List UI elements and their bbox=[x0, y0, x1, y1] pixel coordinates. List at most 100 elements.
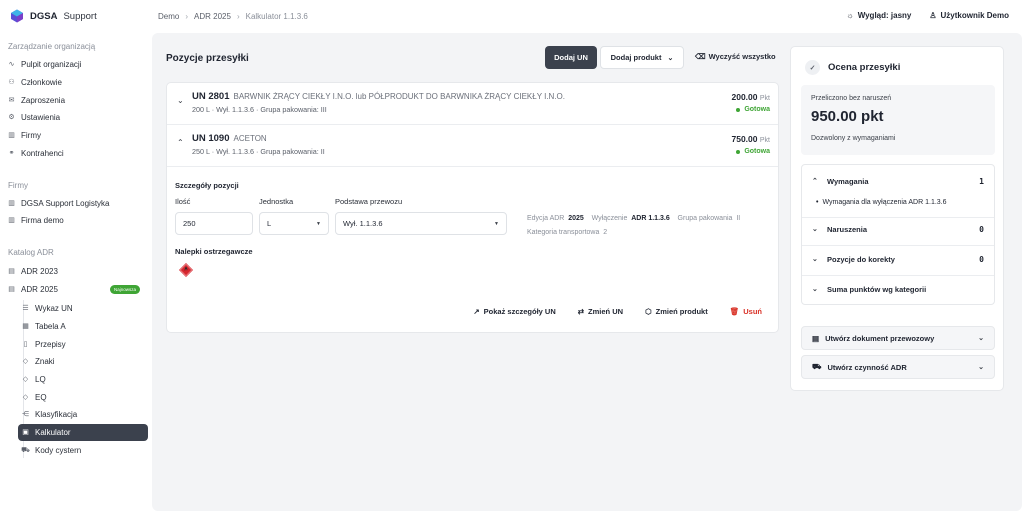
create-adr-action-dropdown[interactable]: ⛟ Utwórz czynność ADR ⌄ bbox=[801, 355, 995, 379]
item-points-value: 750.00 bbox=[731, 134, 758, 144]
sidebar-item-firma-demo[interactable]: ▥ Firma demo bbox=[8, 212, 148, 229]
sidebar-item-label: Wykaz UN bbox=[35, 304, 73, 313]
brand[interactable]: DGSA Support bbox=[10, 9, 97, 23]
sidebar-item-label: Firmy bbox=[21, 131, 41, 140]
group-value: II bbox=[736, 215, 741, 222]
sidebar-item-wykaz-un[interactable]: ☰ Wykaz UN bbox=[18, 300, 148, 317]
shipment-item-row[interactable]: ⌃ UN 1090 ACETON 250 L · Wył. 1.1.3.6 · G… bbox=[167, 125, 778, 166]
sidebar-item-label: Kontrahenci bbox=[21, 149, 64, 158]
category-label: Kategoria transportowa bbox=[527, 229, 600, 236]
shipment-item-row[interactable]: ⌄ UN 2801 BARWNIK ŻRĄCY CIEKŁY I.N.O. lub… bbox=[167, 83, 778, 124]
sidebar-item-invitations[interactable]: ✉ Zaproszenia bbox=[8, 92, 148, 109]
delete-button[interactable]: 🗑 Usuń bbox=[730, 307, 762, 316]
sun-icon: ☼ bbox=[846, 11, 854, 20]
sidebar-item-kody-cystern[interactable]: ⛟ Kody cystern bbox=[18, 442, 148, 459]
item-name: ACETON bbox=[233, 134, 267, 143]
status-dot bbox=[736, 149, 741, 154]
accordion-violations[interactable]: ⌄ Naruszenia 0 bbox=[802, 225, 994, 245]
quantity-input[interactable]: 250 bbox=[175, 212, 253, 235]
item-name: BARWNIK ŻRĄCY CIEKŁY I.N.O. lub PÓŁPRODU… bbox=[233, 92, 566, 101]
app-root: DGSA Support Zarządzanie organizacją ∿ Pu… bbox=[0, 0, 1024, 513]
sidebar-item-label: Klasyfikacja bbox=[35, 410, 78, 419]
details-title: Szczegóły pozycji bbox=[175, 181, 239, 190]
section-label-companies: Firmy bbox=[8, 181, 28, 190]
diamond-icon: ◇ bbox=[22, 376, 29, 383]
assessment-panel: ✓ Ocena przesyłki Przeliczono bez narusze… bbox=[790, 46, 1004, 391]
chevron-down-icon: ⌄ bbox=[812, 226, 818, 233]
sidebar-item-adr-2025[interactable]: ▤ ADR 2025 Najnowsza bbox=[8, 281, 148, 298]
sidebar-item-dashboard[interactable]: ∿ Pulpit organizacji bbox=[8, 56, 148, 73]
sidebar-item-dgsa-logistyka[interactable]: ▥ DGSA Support Logistyka bbox=[8, 195, 148, 212]
edition-value: 2025 bbox=[568, 215, 584, 222]
accordion-count: 0 bbox=[979, 255, 984, 264]
item-info: Edycja ADR 2025 Wyłączenie ADR 1.1.3.6 G… bbox=[527, 212, 767, 240]
status-badge: Gotowa bbox=[736, 106, 770, 113]
newest-badge: Najnowsza bbox=[109, 285, 140, 294]
brand-name: DGSA bbox=[30, 10, 58, 22]
main-panel: Pozycje przesyłki Dodaj UN Dodaj produkt… bbox=[152, 33, 1022, 511]
accordion-count: 1 bbox=[979, 177, 984, 186]
sidebar-item-label: Ustawienia bbox=[21, 113, 61, 122]
transport-basis-select[interactable]: Wył. 1.1.3.6 ▼ bbox=[335, 212, 507, 235]
truck-icon: ⛟ bbox=[21, 447, 30, 454]
add-un-button[interactable]: Dodaj UN bbox=[545, 46, 597, 69]
divider bbox=[802, 245, 994, 246]
eraser-icon: ⌫ bbox=[695, 52, 706, 61]
accordion-corrections[interactable]: ⌄ Pozycje do korekty 0 bbox=[802, 255, 994, 275]
divider bbox=[802, 275, 994, 276]
assessment-title: Ocena przesyłki bbox=[828, 62, 901, 73]
page-title: Pozycje przesyłki bbox=[166, 53, 249, 64]
assessment-accordion: ⌃ Wymagania 1 • Wymagania dla wyłączenia … bbox=[801, 164, 995, 305]
flammable-hazard-label-icon bbox=[179, 263, 193, 277]
theme-toggle[interactable]: ☼ Wygląd: jasny bbox=[846, 11, 911, 20]
sidebar-item-settings[interactable]: ⚙ Ustawienia bbox=[8, 109, 148, 126]
breadcrumb-adr-2025[interactable]: ADR 2025 bbox=[194, 12, 231, 21]
chevron-up-icon: ⌃ bbox=[812, 178, 818, 185]
sidebar-item-companies[interactable]: ▥ Firmy bbox=[8, 127, 148, 144]
sidebar-item-adr-2023[interactable]: ▤ ADR 2023 bbox=[8, 263, 148, 280]
change-product-button[interactable]: ⬡ Zmień produkt bbox=[645, 307, 708, 316]
sidebar-item-eq[interactable]: ◇ EQ bbox=[18, 389, 148, 406]
sidebar-item-members[interactable]: ⚇ Członkowie bbox=[8, 74, 148, 91]
theme-label: Wygląd: jasny bbox=[857, 11, 912, 20]
divider bbox=[167, 166, 778, 167]
sidebar-item-contractors[interactable]: ⚭ Kontrahenci bbox=[8, 145, 148, 162]
sidebar-item-klasyfikacja[interactable]: ⋲ Klasyfikacja bbox=[18, 406, 148, 423]
clear-all-button[interactable]: ⌫ Wyczyść wszystko bbox=[695, 52, 776, 61]
create-transport-document-dropdown[interactable]: ▤ Utwórz dokument przewozowy ⌄ bbox=[801, 326, 995, 350]
user-icon: ♙ bbox=[929, 11, 937, 20]
sidebar-item-label: Pulpit organizacji bbox=[21, 60, 82, 69]
breadcrumb-demo[interactable]: Demo bbox=[158, 12, 179, 21]
sidebar-item-lq[interactable]: ◇ LQ bbox=[18, 371, 148, 388]
add-product-button[interactable]: Dodaj produkt ⌄ bbox=[600, 46, 684, 69]
transport-basis-label: Podstawa przewozu bbox=[335, 197, 403, 206]
sidebar-item-kalkulator[interactable]: ▣ Kalkulator bbox=[18, 424, 148, 441]
accordion-requirements[interactable]: ⌃ Wymagania 1 • Wymagania dla wyłączenia … bbox=[802, 165, 994, 215]
item-un-number: UN 2801 bbox=[192, 91, 230, 102]
list-icon: ☰ bbox=[22, 305, 29, 312]
status-label: Gotowa bbox=[744, 148, 770, 155]
user-menu[interactable]: ♙ Użytkownik Demo bbox=[929, 11, 1009, 20]
allowed-status: Dozwolony z wymaganiami bbox=[811, 135, 896, 142]
sidebar-item-label: LQ bbox=[35, 375, 46, 384]
truck-icon: ⛟ bbox=[812, 362, 822, 371]
share-icon: ⋲ bbox=[22, 411, 29, 418]
section-label-catalog: Katalog ADR bbox=[8, 248, 54, 257]
unit-select[interactable]: L ▼ bbox=[259, 212, 329, 235]
show-un-details-button[interactable]: ↗ Pokaż szczegóły UN bbox=[473, 307, 555, 316]
caret-down-icon: ▼ bbox=[494, 221, 499, 227]
accordion-points-by-category[interactable]: ⌄ Suma punktów wg kategorii bbox=[802, 285, 994, 305]
shipment-items-card: ⌄ UN 2801 BARWNIK ŻRĄCY CIEKŁY I.N.O. lub… bbox=[166, 82, 779, 333]
requirement-text: Wymagania dla wyłączenia ADR 1.1.3.6 bbox=[822, 199, 947, 206]
change-un-button[interactable]: ⇄ Zmień UN bbox=[578, 307, 623, 316]
score-value: 950.00 pkt bbox=[811, 108, 884, 125]
chevron-right-icon: › bbox=[236, 12, 240, 21]
sidebar-item-znaki[interactable]: ◇ Znaki bbox=[18, 353, 148, 370]
sidebar-item-label: DGSA Support Logistyka bbox=[21, 199, 110, 208]
item-heading: UN 1090 ACETON bbox=[192, 133, 267, 144]
bullet: • bbox=[816, 199, 819, 206]
chevron-up-icon[interactable]: ⌃ bbox=[177, 138, 184, 147]
sidebar-item-tabela-a[interactable]: ▦ Tabela A bbox=[18, 318, 148, 335]
chevron-down-icon[interactable]: ⌄ bbox=[177, 96, 184, 105]
sidebar-item-przepisy[interactable]: ▯ Przepisy bbox=[18, 336, 148, 353]
